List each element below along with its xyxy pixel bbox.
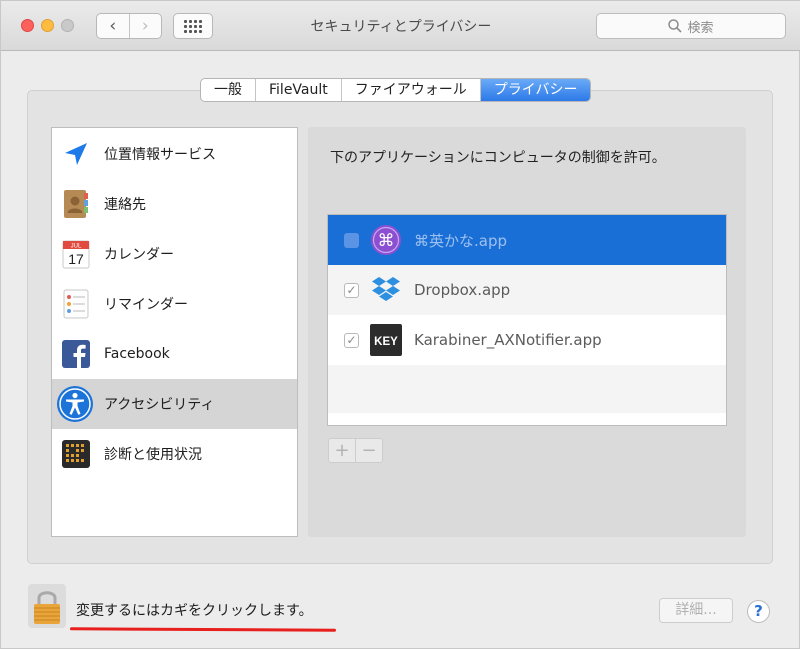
- add-remove-buttons: + −: [328, 438, 383, 463]
- navigation-buttons: ‹ ›: [96, 13, 162, 39]
- sidebar-item-label: アクセシビリティ: [104, 397, 215, 413]
- app-row-eikana[interactable]: ⌘ ⌘英かな.app: [328, 215, 726, 265]
- eikana-icon: ⌘: [371, 225, 401, 255]
- sidebar-item-location-services[interactable]: 位置情報サービス: [52, 129, 297, 179]
- tab-general[interactable]: 一般: [201, 79, 256, 101]
- sidebar-item-label: 診断と使用状況: [104, 447, 202, 463]
- dropbox-icon: [372, 277, 400, 301]
- sidebar-item-reminders[interactable]: リマインダー: [52, 279, 297, 329]
- sidebar-item-label: カレンダー: [104, 247, 174, 263]
- padlock-icon: [34, 591, 60, 624]
- search-icon: [668, 19, 683, 33]
- sidebar-item-label: リマインダー: [104, 297, 188, 313]
- help-button[interactable]: ?: [747, 600, 770, 623]
- app-checkbox[interactable]: [344, 232, 359, 248]
- forward-button[interactable]: ›: [130, 14, 162, 38]
- remove-app-button[interactable]: −: [356, 439, 382, 462]
- app-row-dropbox[interactable]: ✓ Dropbox.app: [328, 265, 726, 315]
- privacy-category-list: 位置情報サービス 連絡先 JUL 17 カレンダー リマインダー Faceboo…: [51, 127, 298, 537]
- lock-message: 変更するにはカギをクリックします。: [76, 603, 313, 619]
- tab-filevault[interactable]: FileVault: [256, 79, 342, 101]
- title-bar: ‹ › セキュリティとプライバシー 検索: [1, 1, 800, 51]
- window-title: セキュリティとプライバシー: [310, 19, 492, 35]
- grid-icon: [184, 19, 202, 33]
- karabiner-icon-text: KEY: [374, 336, 398, 348]
- sidebar-item-accessibility[interactable]: アクセシビリティ: [52, 379, 297, 429]
- minimize-window-button[interactable]: [41, 19, 54, 32]
- tab-bar: 一般 FileVault ファイアウォール プライバシー: [200, 78, 592, 102]
- app-permission-list: ⌘ ⌘英かな.app ✓ Dropbox.app ✓ KEY Karabiner…: [327, 214, 727, 426]
- zoom-window-button[interactable]: [61, 19, 74, 32]
- sidebar-item-diagnostics[interactable]: 診断と使用状況: [52, 429, 297, 479]
- diagnostics-icon: [62, 440, 90, 468]
- facebook-icon: [62, 340, 90, 368]
- app-name: ⌘英かな.app: [414, 231, 508, 250]
- tab-privacy[interactable]: プライバシー: [480, 79, 591, 101]
- show-all-button[interactable]: [173, 13, 213, 39]
- contacts-icon: [64, 190, 88, 218]
- app-name: Dropbox.app: [414, 281, 511, 299]
- sidebar-item-calendar[interactable]: JUL 17 カレンダー: [52, 229, 297, 279]
- details-button[interactable]: 詳細...: [659, 598, 733, 623]
- calendar-month-text: JUL: [71, 244, 82, 250]
- add-app-button[interactable]: +: [329, 439, 356, 462]
- empty-list-row: [328, 365, 726, 413]
- calendar-day-text: 17: [68, 251, 84, 267]
- panel-description: 下のアプリケーションにコンピュータの制御を許可。: [330, 150, 666, 166]
- annotation-underline: [69, 627, 337, 632]
- karabiner-key-icon: KEY: [370, 324, 402, 356]
- sidebar-item-contacts[interactable]: 連絡先: [52, 179, 297, 229]
- app-name: Karabiner_AXNotifier.app: [414, 331, 602, 349]
- tab-firewall[interactable]: ファイアウォール: [342, 79, 481, 101]
- eikana-icon-glyph: ⌘: [378, 231, 395, 251]
- app-checkbox[interactable]: ✓: [344, 282, 359, 298]
- app-checkbox[interactable]: ✓: [344, 332, 359, 348]
- search-placeholder: 検索: [687, 20, 714, 36]
- search-field[interactable]: 検索: [596, 13, 786, 39]
- lock-button[interactable]: [28, 584, 66, 628]
- accessibility-icon: [57, 386, 93, 422]
- reminders-icon: [63, 289, 89, 319]
- calendar-icon: JUL 17: [62, 240, 90, 269]
- sidebar-item-label: 連絡先: [104, 197, 146, 213]
- preferences-window: ‹ › セキュリティとプライバシー 検索 一般 FileVault ファイアウォ…: [0, 0, 800, 649]
- back-button[interactable]: ‹: [97, 14, 130, 38]
- close-window-button[interactable]: [21, 19, 34, 32]
- location-icon: [65, 143, 87, 165]
- app-row-karabiner[interactable]: ✓ KEY Karabiner_AXNotifier.app: [328, 315, 726, 365]
- chevron-right-icon: ›: [141, 16, 149, 36]
- chevron-left-icon: ‹: [109, 16, 117, 36]
- sidebar-item-label: Facebook: [104, 346, 170, 362]
- sidebar-item-facebook[interactable]: Facebook: [52, 329, 297, 379]
- sidebar-item-label: 位置情報サービス: [104, 147, 216, 163]
